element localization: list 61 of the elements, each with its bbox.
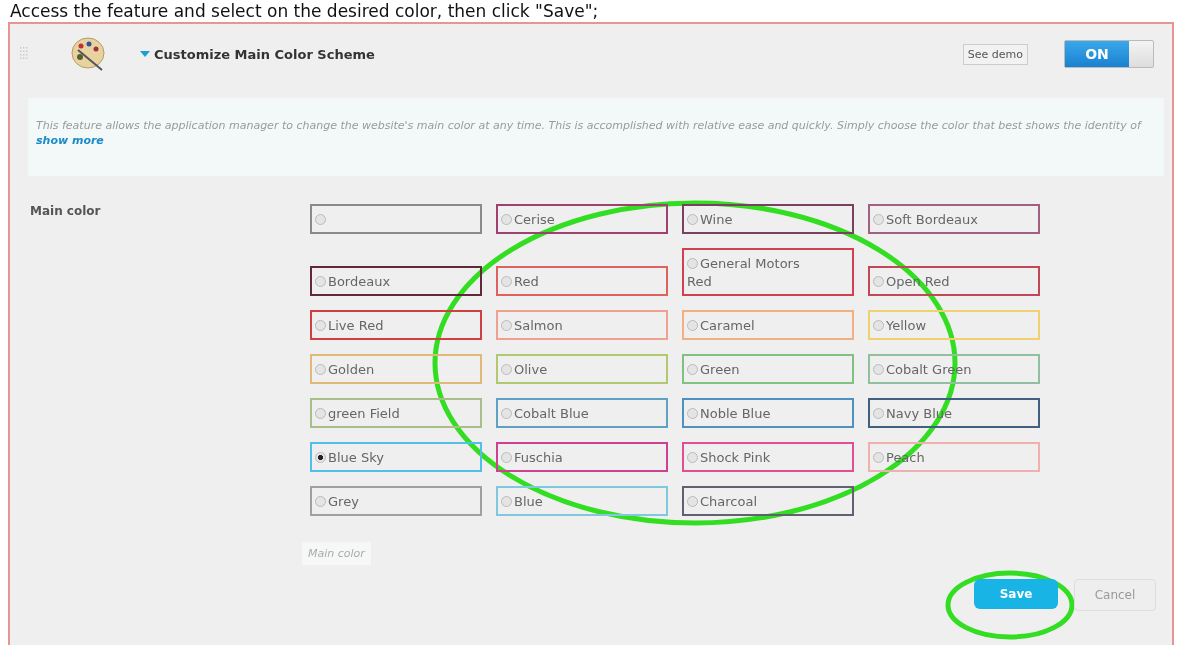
radio-button[interactable] xyxy=(873,452,884,463)
radio-button[interactable] xyxy=(501,320,512,331)
color-option[interactable]: Olive xyxy=(496,354,668,384)
color-option[interactable]: Cobalt Blue xyxy=(496,398,668,428)
color-option[interactable]: Yellow xyxy=(868,310,1040,340)
hint-text: Main color xyxy=(302,542,371,565)
color-option[interactable]: Cerise xyxy=(496,204,668,234)
color-option[interactable]: green Field xyxy=(310,398,482,428)
radio-button[interactable] xyxy=(687,496,698,507)
radio-button[interactable] xyxy=(687,452,698,463)
color-option[interactable]: Live Red xyxy=(310,310,482,340)
radio-button[interactable] xyxy=(501,214,512,225)
radio-button[interactable] xyxy=(315,276,326,287)
radio-button[interactable] xyxy=(687,320,698,331)
color-option[interactable]: Wine xyxy=(682,204,854,234)
radio-button[interactable] xyxy=(315,452,326,463)
radio-button[interactable] xyxy=(315,408,326,419)
radio-button[interactable] xyxy=(687,364,698,375)
radio-button[interactable] xyxy=(501,364,512,375)
color-option[interactable] xyxy=(310,204,482,234)
radio-button[interactable] xyxy=(501,408,512,419)
paint-palette-icon xyxy=(68,34,108,74)
radio-button[interactable] xyxy=(315,214,326,225)
color-option[interactable]: Salmon xyxy=(496,310,668,340)
color-option[interactable]: Caramel xyxy=(682,310,854,340)
radio-button[interactable] xyxy=(873,320,884,331)
color-option[interactable]: Green xyxy=(682,354,854,384)
radio-button[interactable] xyxy=(501,496,512,507)
see-demo-button[interactable]: See demo xyxy=(962,43,1028,65)
color-option[interactable]: Red xyxy=(496,266,668,296)
show-more-link[interactable]: show more xyxy=(36,134,104,147)
radio-button[interactable] xyxy=(873,364,884,375)
color-option[interactable]: Golden xyxy=(310,354,482,384)
color-option[interactable]: Soft Bordeaux xyxy=(868,204,1040,234)
drag-handle-icon xyxy=(20,47,30,61)
radio-button[interactable] xyxy=(501,276,512,287)
instruction-text: Access the feature and select on the desired color, then click "Save"; xyxy=(9,0,600,22)
color-option[interactable]: Fuschia xyxy=(496,442,668,472)
radio-button[interactable] xyxy=(873,214,884,225)
color-option[interactable]: Bordeaux xyxy=(310,266,482,296)
description-text: This feature allows the application manager to change the website's main color at any time. This is accomplished with relative ease and quickly. Simply choose the color that best shows the identity of show more xyxy=(36,118,1143,148)
field-label: Main color xyxy=(30,204,102,220)
color-option[interactable]: Blue xyxy=(496,486,668,516)
radio-button[interactable] xyxy=(315,496,326,507)
radio-button[interactable] xyxy=(873,276,884,287)
radio-button[interactable] xyxy=(501,452,512,463)
radio-button[interactable] xyxy=(315,364,326,375)
color-option[interactable]: Shock Pink xyxy=(682,442,854,472)
color-option[interactable]: Charcoal xyxy=(682,486,854,516)
color-option[interactable]: Noble Blue xyxy=(682,398,854,428)
radio-button[interactable] xyxy=(687,408,698,419)
color-option[interactable]: Grey xyxy=(310,486,482,516)
radio-button[interactable] xyxy=(687,214,698,225)
section-title: Customize Main Color Scheme xyxy=(154,46,375,62)
color-option[interactable]: Blue Sky xyxy=(310,442,482,472)
color-option[interactable]: General Motors Red xyxy=(682,248,854,296)
radio-button[interactable] xyxy=(687,258,698,269)
radio-button[interactable] xyxy=(873,408,884,419)
caret-icon[interactable] xyxy=(140,51,150,57)
radio-button[interactable] xyxy=(315,320,326,331)
on-off-toggle[interactable]: ON xyxy=(1064,40,1154,68)
